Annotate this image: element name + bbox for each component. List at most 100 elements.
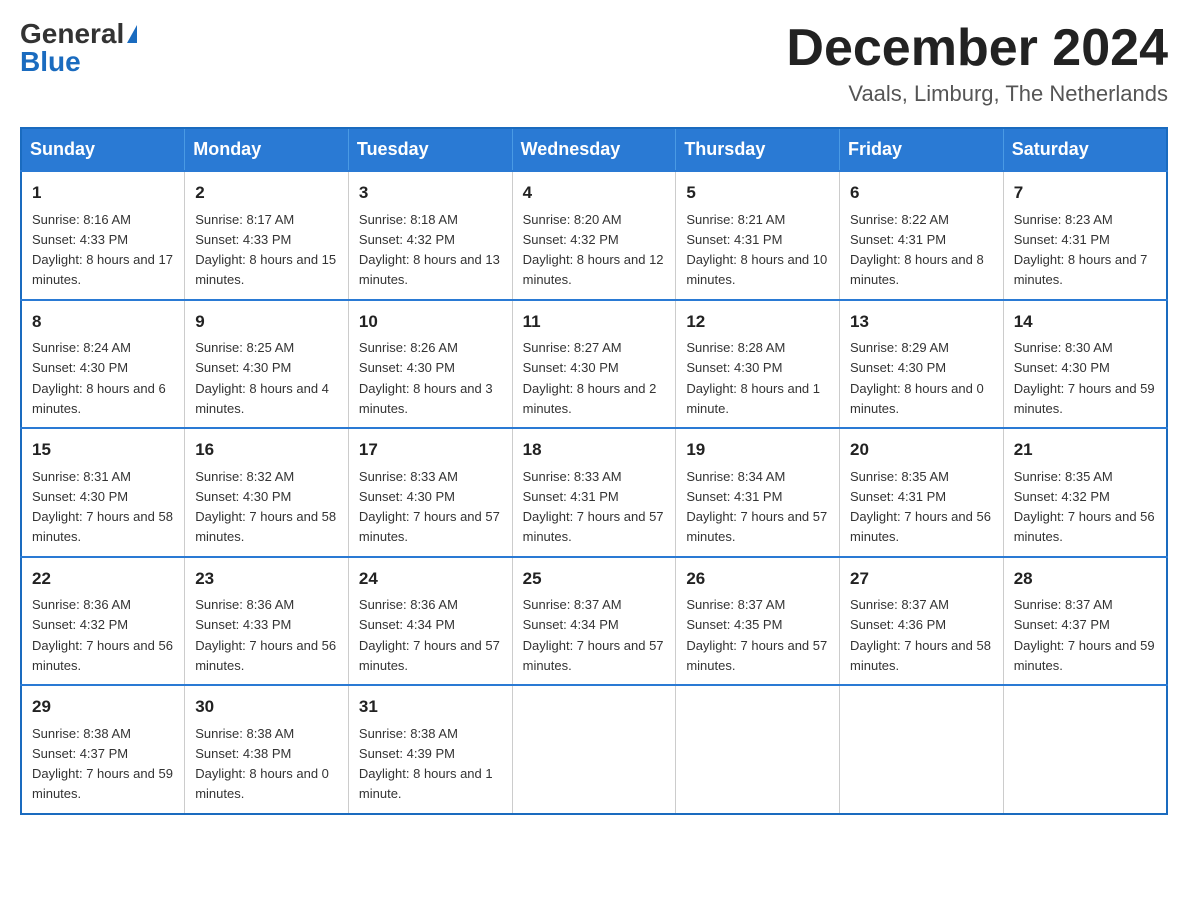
day-info: Sunrise: 8:38 AMSunset: 4:37 PMDaylight:… — [32, 726, 173, 802]
table-row: 9 Sunrise: 8:25 AMSunset: 4:30 PMDayligh… — [185, 300, 349, 429]
col-monday: Monday — [185, 128, 349, 171]
day-info: Sunrise: 8:38 AMSunset: 4:39 PMDaylight:… — [359, 726, 493, 802]
calendar-table: Sunday Monday Tuesday Wednesday Thursday… — [20, 127, 1168, 815]
day-info: Sunrise: 8:30 AMSunset: 4:30 PMDaylight:… — [1014, 340, 1155, 416]
table-row: 31 Sunrise: 8:38 AMSunset: 4:39 PMDaylig… — [348, 685, 512, 814]
day-number: 7 — [1014, 180, 1156, 206]
table-row: 29 Sunrise: 8:38 AMSunset: 4:37 PMDaylig… — [21, 685, 185, 814]
day-number: 1 — [32, 180, 174, 206]
day-info: Sunrise: 8:28 AMSunset: 4:30 PMDaylight:… — [686, 340, 820, 416]
table-row: 17 Sunrise: 8:33 AMSunset: 4:30 PMDaylig… — [348, 428, 512, 557]
col-saturday: Saturday — [1003, 128, 1167, 171]
logo-blue-text: Blue — [20, 48, 81, 76]
day-number: 31 — [359, 694, 502, 720]
day-info: Sunrise: 8:37 AMSunset: 4:35 PMDaylight:… — [686, 597, 827, 673]
table-row: 15 Sunrise: 8:31 AMSunset: 4:30 PMDaylig… — [21, 428, 185, 557]
day-number: 23 — [195, 566, 338, 592]
table-row: 30 Sunrise: 8:38 AMSunset: 4:38 PMDaylig… — [185, 685, 349, 814]
day-info: Sunrise: 8:35 AMSunset: 4:31 PMDaylight:… — [850, 469, 991, 545]
day-number: 16 — [195, 437, 338, 463]
table-row: 12 Sunrise: 8:28 AMSunset: 4:30 PMDaylig… — [676, 300, 840, 429]
table-row: 25 Sunrise: 8:37 AMSunset: 4:34 PMDaylig… — [512, 557, 676, 686]
day-info: Sunrise: 8:27 AMSunset: 4:30 PMDaylight:… — [523, 340, 657, 416]
table-row: 20 Sunrise: 8:35 AMSunset: 4:31 PMDaylig… — [840, 428, 1004, 557]
day-number: 6 — [850, 180, 993, 206]
table-row: 21 Sunrise: 8:35 AMSunset: 4:32 PMDaylig… — [1003, 428, 1167, 557]
day-info: Sunrise: 8:36 AMSunset: 4:34 PMDaylight:… — [359, 597, 500, 673]
table-row: 13 Sunrise: 8:29 AMSunset: 4:30 PMDaylig… — [840, 300, 1004, 429]
day-number: 12 — [686, 309, 829, 335]
table-row: 26 Sunrise: 8:37 AMSunset: 4:35 PMDaylig… — [676, 557, 840, 686]
day-info: Sunrise: 8:33 AMSunset: 4:30 PMDaylight:… — [359, 469, 500, 545]
col-friday: Friday — [840, 128, 1004, 171]
col-wednesday: Wednesday — [512, 128, 676, 171]
day-number: 15 — [32, 437, 174, 463]
calendar-header-row: Sunday Monday Tuesday Wednesday Thursday… — [21, 128, 1167, 171]
day-info: Sunrise: 8:24 AMSunset: 4:30 PMDaylight:… — [32, 340, 166, 416]
day-info: Sunrise: 8:16 AMSunset: 4:33 PMDaylight:… — [32, 212, 173, 288]
day-info: Sunrise: 8:32 AMSunset: 4:30 PMDaylight:… — [195, 469, 336, 545]
day-info: Sunrise: 8:37 AMSunset: 4:34 PMDaylight:… — [523, 597, 664, 673]
day-info: Sunrise: 8:33 AMSunset: 4:31 PMDaylight:… — [523, 469, 664, 545]
table-row: 3 Sunrise: 8:18 AMSunset: 4:32 PMDayligh… — [348, 171, 512, 300]
location-subtitle: Vaals, Limburg, The Netherlands — [786, 81, 1168, 107]
table-row: 19 Sunrise: 8:34 AMSunset: 4:31 PMDaylig… — [676, 428, 840, 557]
day-info: Sunrise: 8:21 AMSunset: 4:31 PMDaylight:… — [686, 212, 827, 288]
day-number: 2 — [195, 180, 338, 206]
page-header: General Blue December 2024 Vaals, Limbur… — [20, 20, 1168, 107]
day-number: 10 — [359, 309, 502, 335]
day-number: 11 — [523, 309, 666, 335]
day-info: Sunrise: 8:22 AMSunset: 4:31 PMDaylight:… — [850, 212, 984, 288]
table-row: 6 Sunrise: 8:22 AMSunset: 4:31 PMDayligh… — [840, 171, 1004, 300]
col-tuesday: Tuesday — [348, 128, 512, 171]
month-year-title: December 2024 — [786, 20, 1168, 77]
table-row: 2 Sunrise: 8:17 AMSunset: 4:33 PMDayligh… — [185, 171, 349, 300]
day-number: 8 — [32, 309, 174, 335]
title-area: December 2024 Vaals, Limburg, The Nether… — [786, 20, 1168, 107]
day-info: Sunrise: 8:18 AMSunset: 4:32 PMDaylight:… — [359, 212, 500, 288]
day-number: 14 — [1014, 309, 1156, 335]
table-row — [840, 685, 1004, 814]
table-row: 18 Sunrise: 8:33 AMSunset: 4:31 PMDaylig… — [512, 428, 676, 557]
day-number: 22 — [32, 566, 174, 592]
table-row: 27 Sunrise: 8:37 AMSunset: 4:36 PMDaylig… — [840, 557, 1004, 686]
table-row: 1 Sunrise: 8:16 AMSunset: 4:33 PMDayligh… — [21, 171, 185, 300]
day-number: 17 — [359, 437, 502, 463]
table-row: 5 Sunrise: 8:21 AMSunset: 4:31 PMDayligh… — [676, 171, 840, 300]
table-row: 7 Sunrise: 8:23 AMSunset: 4:31 PMDayligh… — [1003, 171, 1167, 300]
logo-general-text: General — [20, 20, 124, 48]
day-number: 28 — [1014, 566, 1156, 592]
day-number: 5 — [686, 180, 829, 206]
day-number: 27 — [850, 566, 993, 592]
table-row: 22 Sunrise: 8:36 AMSunset: 4:32 PMDaylig… — [21, 557, 185, 686]
table-row: 8 Sunrise: 8:24 AMSunset: 4:30 PMDayligh… — [21, 300, 185, 429]
col-sunday: Sunday — [21, 128, 185, 171]
day-number: 26 — [686, 566, 829, 592]
table-row — [676, 685, 840, 814]
day-info: Sunrise: 8:37 AMSunset: 4:37 PMDaylight:… — [1014, 597, 1155, 673]
day-number: 25 — [523, 566, 666, 592]
day-info: Sunrise: 8:31 AMSunset: 4:30 PMDaylight:… — [32, 469, 173, 545]
calendar-week-row: 29 Sunrise: 8:38 AMSunset: 4:37 PMDaylig… — [21, 685, 1167, 814]
table-row — [512, 685, 676, 814]
day-number: 30 — [195, 694, 338, 720]
day-number: 9 — [195, 309, 338, 335]
day-info: Sunrise: 8:34 AMSunset: 4:31 PMDaylight:… — [686, 469, 827, 545]
table-row: 23 Sunrise: 8:36 AMSunset: 4:33 PMDaylig… — [185, 557, 349, 686]
table-row: 10 Sunrise: 8:26 AMSunset: 4:30 PMDaylig… — [348, 300, 512, 429]
day-number: 4 — [523, 180, 666, 206]
logo: General Blue — [20, 20, 137, 76]
day-info: Sunrise: 8:20 AMSunset: 4:32 PMDaylight:… — [523, 212, 664, 288]
calendar-week-row: 8 Sunrise: 8:24 AMSunset: 4:30 PMDayligh… — [21, 300, 1167, 429]
day-info: Sunrise: 8:35 AMSunset: 4:32 PMDaylight:… — [1014, 469, 1155, 545]
day-number: 29 — [32, 694, 174, 720]
day-info: Sunrise: 8:26 AMSunset: 4:30 PMDaylight:… — [359, 340, 493, 416]
day-info: Sunrise: 8:38 AMSunset: 4:38 PMDaylight:… — [195, 726, 329, 802]
table-row: 11 Sunrise: 8:27 AMSunset: 4:30 PMDaylig… — [512, 300, 676, 429]
day-info: Sunrise: 8:23 AMSunset: 4:31 PMDaylight:… — [1014, 212, 1148, 288]
table-row — [1003, 685, 1167, 814]
day-info: Sunrise: 8:25 AMSunset: 4:30 PMDaylight:… — [195, 340, 329, 416]
day-info: Sunrise: 8:17 AMSunset: 4:33 PMDaylight:… — [195, 212, 336, 288]
day-info: Sunrise: 8:36 AMSunset: 4:33 PMDaylight:… — [195, 597, 336, 673]
table-row: 4 Sunrise: 8:20 AMSunset: 4:32 PMDayligh… — [512, 171, 676, 300]
